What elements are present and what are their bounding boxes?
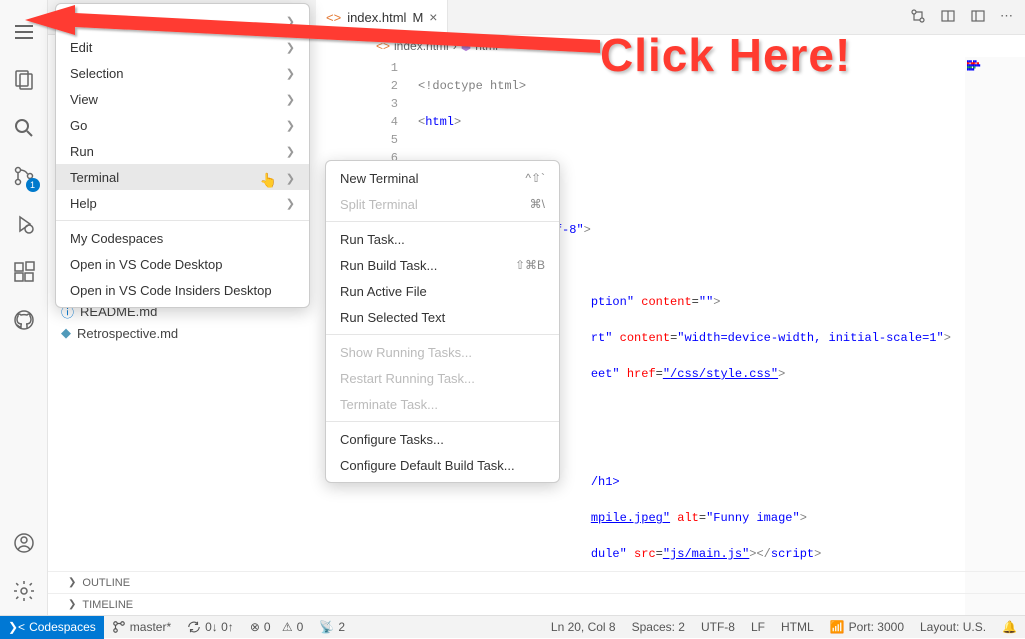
editor-tab[interactable]: <> index.html M × [316,0,448,35]
error-icon: ⊗ [250,620,260,634]
chevron-right-icon: ❯ [286,197,295,210]
scm-badge: 1 [26,178,40,192]
compare-icon[interactable] [910,8,926,27]
extensions-icon[interactable] [0,248,48,296]
menu-separator [326,334,559,335]
menu-split-terminal: Split Terminal⌘\ [326,191,559,217]
menu-terminate-task: Terminate Task... [326,391,559,417]
github-icon[interactable] [0,296,48,344]
menu-terminal[interactable]: Terminal👆❯ [56,164,309,190]
timeline-panel-header[interactable]: ❯TIMELINE [48,593,1025,615]
notifications-icon[interactable]: 🔔 [994,620,1025,634]
chevron-right-icon: ❯ [286,173,295,185]
run-debug-icon[interactable] [0,200,48,248]
branch-status[interactable]: master* [104,620,179,634]
breadcrumb-symbol[interactable]: html [475,39,498,53]
html-file-icon: <> [326,10,341,25]
menu-new-terminal[interactable]: New Terminal^⇧` [326,165,559,191]
html-file-icon: <> [376,39,390,53]
menu-run-task[interactable]: Run Task... [326,226,559,252]
broadcast-icon: 📶 [830,620,845,634]
menu-separator [326,421,559,422]
tab-modified-indicator: M [412,10,423,25]
annotation-text: Click Here! [600,28,851,82]
cursor-icon: 👆 [260,172,277,189]
menu-run-active-file[interactable]: Run Active File [326,278,559,304]
remote-icon: ❯< [8,620,25,634]
menu-show-running-tasks: Show Running Tasks... [326,339,559,365]
cursor-position[interactable]: Ln 20, Col 8 [543,620,624,634]
search-icon[interactable] [0,104,48,152]
terminal-submenu: New Terminal^⇧` Split Terminal⌘\ Run Tas… [325,160,560,483]
menu-run-selected-text[interactable]: Run Selected Text [326,304,559,330]
port-forward-status[interactable]: 📶Port: 3000 [822,620,912,634]
source-control-icon[interactable]: 1 [0,152,48,200]
chevron-right-icon: ❯ [68,599,76,610]
breadcrumb-file[interactable]: index.html [394,39,449,53]
chevron-right-icon: ❯ [286,93,295,106]
chevron-right-icon: ❯ [286,41,295,54]
menu-help[interactable]: Help❯ [56,190,309,216]
menu-go[interactable]: Go❯ [56,112,309,138]
menu-run[interactable]: Run❯ [56,138,309,164]
menu-my-codespaces[interactable]: My Codespaces [56,225,309,251]
menu-selection[interactable]: Selection❯ [56,60,309,86]
outline-panel-header[interactable]: ❯OUTLINE [48,571,1025,593]
indentation-status[interactable]: Spaces: 2 [624,620,693,634]
activity-bar: 1 [0,0,48,615]
sync-status[interactable]: 0↓ 0↑ [179,620,242,634]
more-actions-icon[interactable]: ⋯ [1000,8,1013,27]
ports-status[interactable]: 📡2 [311,620,353,634]
menu-edit[interactable]: Edit❯ [56,34,309,60]
language-status[interactable]: HTML [773,620,822,634]
encoding-status[interactable]: UTF-8 [693,620,743,634]
close-icon[interactable]: × [429,9,437,25]
chevron-right-icon: ❯ [286,119,295,132]
tab-filename: index.html [347,10,406,25]
menu-run-build-task[interactable]: Run Build Task...⇧⌘B [326,252,559,278]
accounts-icon[interactable] [0,519,48,567]
problems-status[interactable]: ⊗0 ⚠0 [242,620,312,634]
split-editor-icon[interactable] [940,8,956,27]
markdown-icon: ◆ [61,325,71,341]
warning-icon: ⚠ [282,620,293,634]
menu-separator [56,220,309,221]
eol-status[interactable]: LF [743,620,773,634]
menu-restart-running-task: Restart Running Task... [326,365,559,391]
radio-icon: 📡 [319,620,334,634]
minimap[interactable]: ████ ███ ██ ████ ██ ███████████ ████ ██ … [965,57,1025,615]
application-menu: File❯ Edit❯ Selection❯ View❯ Go❯ Run❯ Te… [55,3,310,308]
chevron-right-icon: ❯ [286,145,295,158]
menu-file[interactable]: File❯ [56,8,309,34]
layout-icon[interactable] [970,8,986,27]
menu-separator [326,221,559,222]
codespaces-status[interactable]: ❯<Codespaces [0,616,104,639]
menu-open-desktop[interactable]: Open in VS Code Desktop [56,251,309,277]
menu-icon[interactable] [0,8,48,56]
menu-configure-default-build[interactable]: Configure Default Build Task... [326,452,559,478]
chevron-right-icon: ❯ [286,15,295,28]
keyboard-layout[interactable]: Layout: U.S. [912,620,994,634]
chevron-right-icon: ❯ [68,577,76,588]
settings-gear-icon[interactable] [0,567,48,615]
file-row[interactable]: ◆ Retrospective.md [55,322,178,344]
element-icon: ⬢ [461,39,471,53]
explorer-icon[interactable] [0,56,48,104]
status-bar: ❯<Codespaces master* 0↓ 0↑ ⊗0 ⚠0 📡2 Ln 2… [0,615,1025,638]
menu-open-insiders[interactable]: Open in VS Code Insiders Desktop [56,277,309,303]
menu-view[interactable]: View❯ [56,86,309,112]
chevron-right-icon: ❯ [286,67,295,80]
menu-configure-tasks[interactable]: Configure Tasks... [326,426,559,452]
